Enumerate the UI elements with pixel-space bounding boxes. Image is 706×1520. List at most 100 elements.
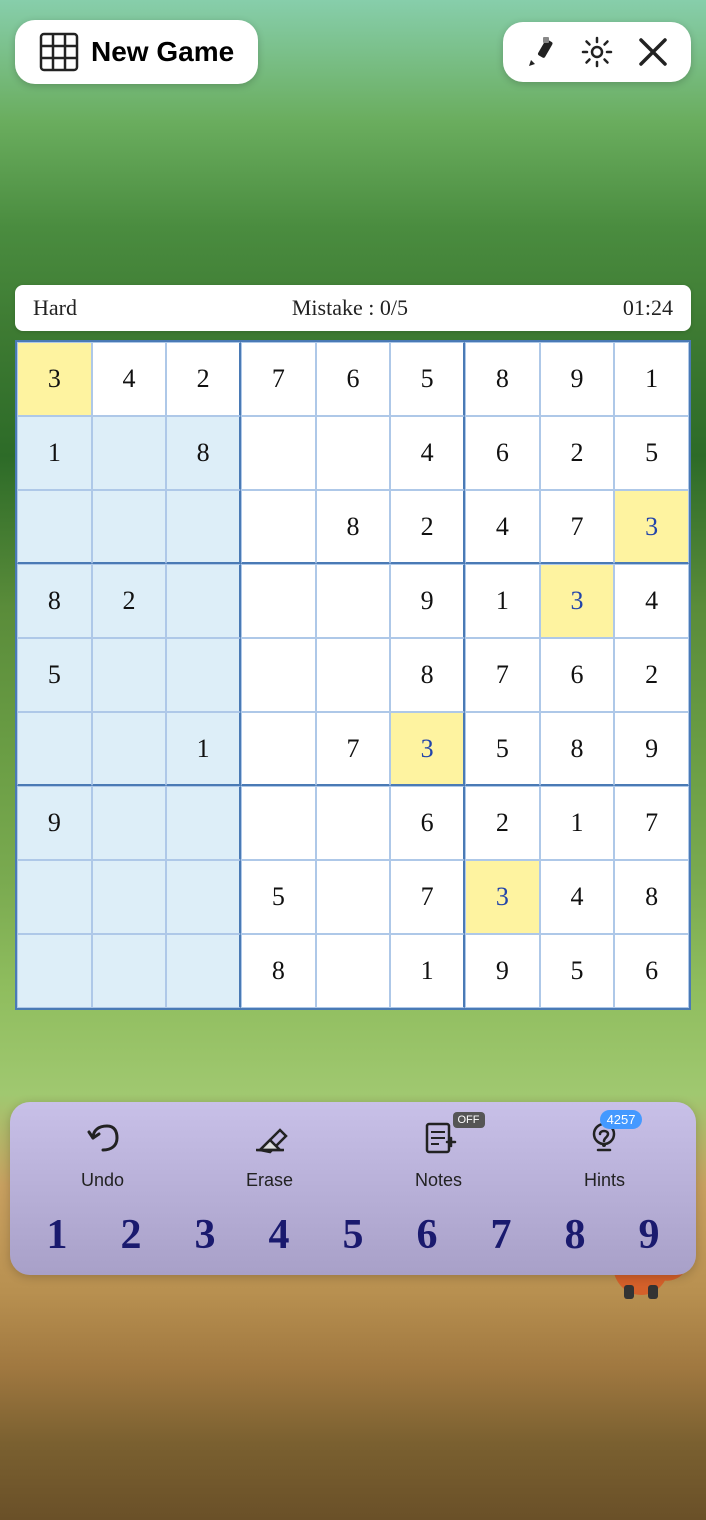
- cell-r4-c6[interactable]: 7: [465, 638, 540, 712]
- undo-button[interactable]: Undo: [81, 1120, 124, 1191]
- cell-r0-c7[interactable]: 9: [540, 342, 615, 416]
- cell-r8-c1[interactable]: [92, 934, 167, 1008]
- cell-r6-c7[interactable]: 1: [540, 786, 615, 860]
- cell-r4-c2[interactable]: [166, 638, 241, 712]
- cell-r2-c6[interactable]: 4: [465, 490, 540, 564]
- cell-r8-c7[interactable]: 5: [540, 934, 615, 1008]
- cell-r4-c0[interactable]: 5: [17, 638, 92, 712]
- cell-r6-c1[interactable]: [92, 786, 167, 860]
- num-8-button[interactable]: 8: [545, 1211, 605, 1259]
- cell-r1-c7[interactable]: 2: [540, 416, 615, 490]
- cell-r4-c4[interactable]: [316, 638, 391, 712]
- cell-r5-c0[interactable]: [17, 712, 92, 786]
- grid-icon: [39, 32, 79, 72]
- cell-r0-c0[interactable]: 3: [17, 342, 92, 416]
- cell-r2-c2[interactable]: [166, 490, 241, 564]
- new-game-button[interactable]: New Game: [15, 20, 258, 84]
- cell-r7-c7[interactable]: 4: [540, 860, 615, 934]
- cell-r5-c8[interactable]: 9: [614, 712, 689, 786]
- cell-r5-c1[interactable]: [92, 712, 167, 786]
- cell-r1-c1[interactable]: [92, 416, 167, 490]
- cell-r0-c3[interactable]: 7: [241, 342, 316, 416]
- cell-r7-c0[interactable]: [17, 860, 92, 934]
- cell-r8-c8[interactable]: 6: [614, 934, 689, 1008]
- num-4-button[interactable]: 4: [249, 1211, 309, 1259]
- notes-button[interactable]: OFF Notes: [415, 1120, 462, 1191]
- num-7-button[interactable]: 7: [471, 1211, 531, 1259]
- cell-r7-c8[interactable]: 8: [614, 860, 689, 934]
- cell-r1-c8[interactable]: 5: [614, 416, 689, 490]
- paint-button[interactable]: [523, 34, 559, 70]
- cell-r1-c2[interactable]: 8: [166, 416, 241, 490]
- cell-r3-c5[interactable]: 9: [390, 564, 465, 638]
- cell-r4-c8[interactable]: 2: [614, 638, 689, 712]
- cell-r6-c8[interactable]: 7: [614, 786, 689, 860]
- cell-r2-c1[interactable]: [92, 490, 167, 564]
- cell-r7-c6[interactable]: 3: [465, 860, 540, 934]
- hints-button[interactable]: 4257 Hints: [584, 1120, 625, 1191]
- cell-r5-c6[interactable]: 5: [465, 712, 540, 786]
- cell-r7-c1[interactable]: [92, 860, 167, 934]
- cell-r0-c1[interactable]: 4: [92, 342, 167, 416]
- cell-r7-c4[interactable]: [316, 860, 391, 934]
- cell-r3-c1[interactable]: 2: [92, 564, 167, 638]
- cell-r8-c4[interactable]: [316, 934, 391, 1008]
- erase-icon: [252, 1120, 288, 1164]
- cell-r1-c6[interactable]: 6: [465, 416, 540, 490]
- cell-r3-c6[interactable]: 1: [465, 564, 540, 638]
- cell-r3-c8[interactable]: 4: [614, 564, 689, 638]
- num-2-button[interactable]: 2: [101, 1211, 161, 1259]
- num-3-button[interactable]: 3: [175, 1211, 235, 1259]
- cell-r2-c0[interactable]: [17, 490, 92, 564]
- cell-r2-c3[interactable]: [241, 490, 316, 564]
- close-button[interactable]: [635, 34, 671, 70]
- cell-r8-c3[interactable]: 8: [241, 934, 316, 1008]
- cell-r4-c3[interactable]: [241, 638, 316, 712]
- cell-r6-c5[interactable]: 6: [390, 786, 465, 860]
- cell-r0-c8[interactable]: 1: [614, 342, 689, 416]
- cell-r7-c2[interactable]: [166, 860, 241, 934]
- cell-r8-c6[interactable]: 9: [465, 934, 540, 1008]
- num-6-button[interactable]: 6: [397, 1211, 457, 1259]
- num-1-button[interactable]: 1: [27, 1211, 87, 1259]
- cell-r1-c5[interactable]: 4: [390, 416, 465, 490]
- cell-r7-c3[interactable]: 5: [241, 860, 316, 934]
- cell-r1-c4[interactable]: [316, 416, 391, 490]
- cell-r6-c0[interactable]: 9: [17, 786, 92, 860]
- num-9-button[interactable]: 9: [619, 1211, 679, 1259]
- cell-r6-c6[interactable]: 2: [465, 786, 540, 860]
- cell-r2-c5[interactable]: 2: [390, 490, 465, 564]
- cell-r1-c3[interactable]: [241, 416, 316, 490]
- cell-r4-c5[interactable]: 8: [390, 638, 465, 712]
- cell-r8-c0[interactable]: [17, 934, 92, 1008]
- num-5-button[interactable]: 5: [323, 1211, 383, 1259]
- cell-r6-c3[interactable]: [241, 786, 316, 860]
- cell-r4-c1[interactable]: [92, 638, 167, 712]
- cell-r4-c7[interactable]: 6: [540, 638, 615, 712]
- cell-r3-c7[interactable]: 3: [540, 564, 615, 638]
- cell-r8-c5[interactable]: 1: [390, 934, 465, 1008]
- cell-r6-c4[interactable]: [316, 786, 391, 860]
- settings-button[interactable]: [579, 34, 615, 70]
- cell-r2-c8[interactable]: 3: [614, 490, 689, 564]
- cell-r5-c4[interactable]: 7: [316, 712, 391, 786]
- cell-r0-c5[interactable]: 5: [390, 342, 465, 416]
- cell-r8-c2[interactable]: [166, 934, 241, 1008]
- cell-r3-c3[interactable]: [241, 564, 316, 638]
- cell-r7-c5[interactable]: 7: [390, 860, 465, 934]
- cell-r3-c0[interactable]: 8: [17, 564, 92, 638]
- cell-r5-c2[interactable]: 1: [166, 712, 241, 786]
- cell-r5-c3[interactable]: [241, 712, 316, 786]
- cell-r3-c4[interactable]: [316, 564, 391, 638]
- cell-r5-c5[interactable]: 3: [390, 712, 465, 786]
- cell-r6-c2[interactable]: [166, 786, 241, 860]
- cell-r0-c2[interactable]: 2: [166, 342, 241, 416]
- cell-r3-c2[interactable]: [166, 564, 241, 638]
- cell-r5-c7[interactable]: 8: [540, 712, 615, 786]
- cell-r2-c4[interactable]: 8: [316, 490, 391, 564]
- cell-r0-c4[interactable]: 6: [316, 342, 391, 416]
- erase-button[interactable]: Erase: [246, 1120, 293, 1191]
- cell-r0-c6[interactable]: 8: [465, 342, 540, 416]
- cell-r2-c7[interactable]: 7: [540, 490, 615, 564]
- cell-r1-c0[interactable]: 1: [17, 416, 92, 490]
